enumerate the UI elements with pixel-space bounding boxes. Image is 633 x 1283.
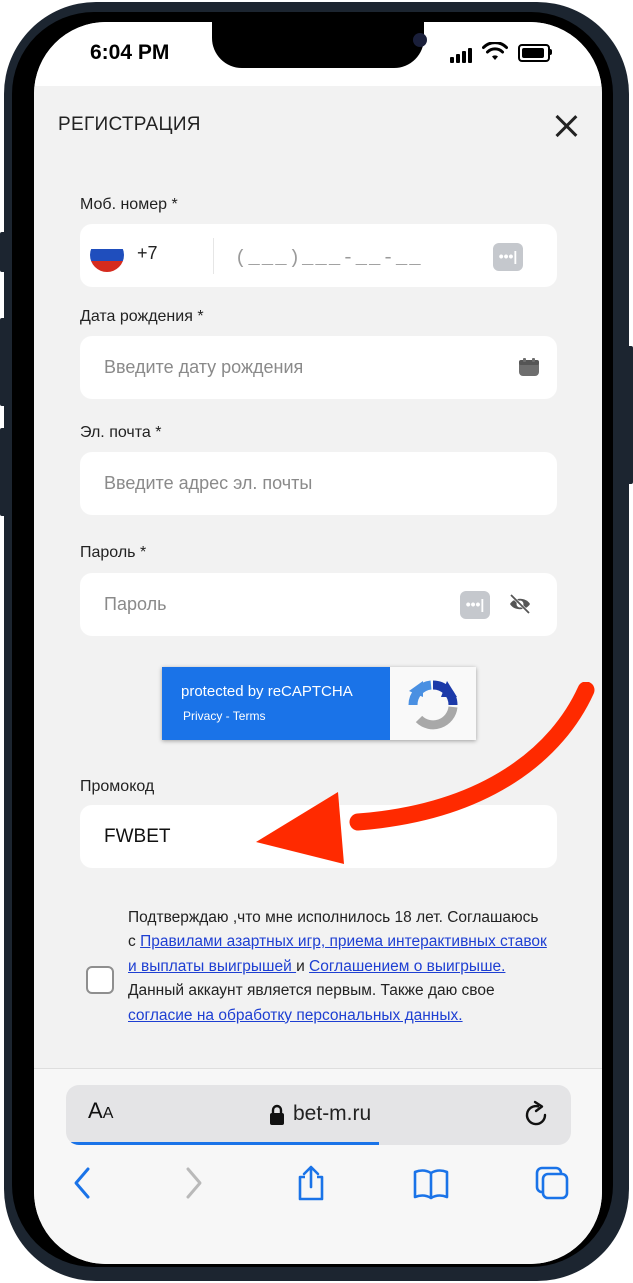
agreement-text-part: и xyxy=(296,957,310,975)
address-bar[interactable]: AA bet-m.ru xyxy=(66,1085,571,1145)
front-camera xyxy=(413,33,427,47)
text-size-a-large: A xyxy=(88,1098,103,1123)
birthdate-field[interactable]: Введите дату рождения xyxy=(80,336,557,399)
agreement-checkbox[interactable] xyxy=(86,966,114,994)
email-field[interactable]: Введите адрес эл. почты xyxy=(80,452,557,515)
email-input[interactable]: Введите адрес эл. почты xyxy=(104,473,312,494)
page-title: РЕГИСТРАЦИЯ xyxy=(58,114,201,135)
url-value: bet-m.ru xyxy=(293,1102,372,1125)
personal-data-consent-link[interactable]: согласие на обработку персональных данны… xyxy=(128,1007,463,1024)
phone-power-button xyxy=(627,346,633,484)
forward-icon[interactable] xyxy=(174,1165,210,1201)
text-size-button[interactable]: AA xyxy=(88,1098,113,1124)
recaptcha-privacy-link[interactable]: Privacy xyxy=(183,709,222,723)
annotation-arrow-icon xyxy=(256,682,595,864)
phone-input[interactable]: (___)___-__-__ xyxy=(235,247,423,269)
phone-field[interactable]: +7 (___)___-__-__ •••| xyxy=(80,224,557,287)
phone-divider xyxy=(213,238,214,274)
password-label: Пароль * xyxy=(80,544,147,561)
eye-hidden-icon[interactable] xyxy=(508,593,532,615)
country-code[interactable]: +7 xyxy=(137,243,158,264)
wifi-icon xyxy=(482,42,508,60)
birthdate-input[interactable]: Введите дату рождения xyxy=(104,357,303,378)
cellular-signal-icon xyxy=(450,45,474,63)
flag-stripe-white xyxy=(90,238,124,250)
password-manager-icon[interactable]: •••| xyxy=(460,591,490,619)
phone-volume-down xyxy=(0,428,6,516)
tabs-icon[interactable] xyxy=(534,1165,570,1201)
page-load-progress xyxy=(66,1142,380,1145)
birthdate-label: Дата рождения * xyxy=(80,308,204,325)
lock-icon xyxy=(270,1104,284,1125)
bookmarks-icon[interactable] xyxy=(413,1165,449,1201)
password-input[interactable]: Пароль xyxy=(104,594,166,615)
flag-stripe-blue xyxy=(90,249,124,261)
agreement-text: Подтверждаю ,что мне исполнилось 18 лет.… xyxy=(128,906,548,1028)
promo-input[interactable]: FWBET xyxy=(104,826,171,848)
recaptcha-separator: - xyxy=(222,709,233,723)
share-icon[interactable] xyxy=(293,1165,329,1201)
status-time: 6:04 PM xyxy=(90,41,170,64)
battery-icon xyxy=(518,44,550,62)
reload-icon[interactable] xyxy=(521,1100,551,1130)
promo-label: Промокод xyxy=(80,778,155,795)
battery-cap xyxy=(549,49,552,55)
email-label: Эл. почта * xyxy=(80,424,162,441)
text-size-a-small: A xyxy=(102,1105,114,1122)
flag-stripe-red xyxy=(90,260,124,272)
back-icon[interactable] xyxy=(66,1165,102,1201)
camera-notch xyxy=(212,22,427,68)
password-manager-icon[interactable]: •••| xyxy=(493,243,523,271)
password-field[interactable]: Пароль •••| xyxy=(80,573,557,636)
modal-header: РЕГИСТРАЦИЯ xyxy=(34,86,602,170)
screen: 6:04 PM РЕГИСТРАЦИЯ Моб. номер * +7 (___… xyxy=(34,22,602,1264)
url-text[interactable]: bet-m.ru xyxy=(293,1102,371,1126)
calendar-icon[interactable] xyxy=(519,358,539,376)
winnings-agreement-link[interactable]: Соглашением о выигрыше. xyxy=(309,958,505,975)
phone-label: Моб. номер * xyxy=(80,196,178,213)
phone-mute-switch xyxy=(0,232,6,272)
safari-toolbar: AA bet-m.ru xyxy=(34,1068,602,1264)
agreement-text-part: Данный аккаунт является первым. Также да… xyxy=(128,982,495,1000)
phone-volume-up xyxy=(0,318,6,406)
russia-flag-icon[interactable] xyxy=(90,238,124,272)
close-icon[interactable] xyxy=(552,112,580,140)
